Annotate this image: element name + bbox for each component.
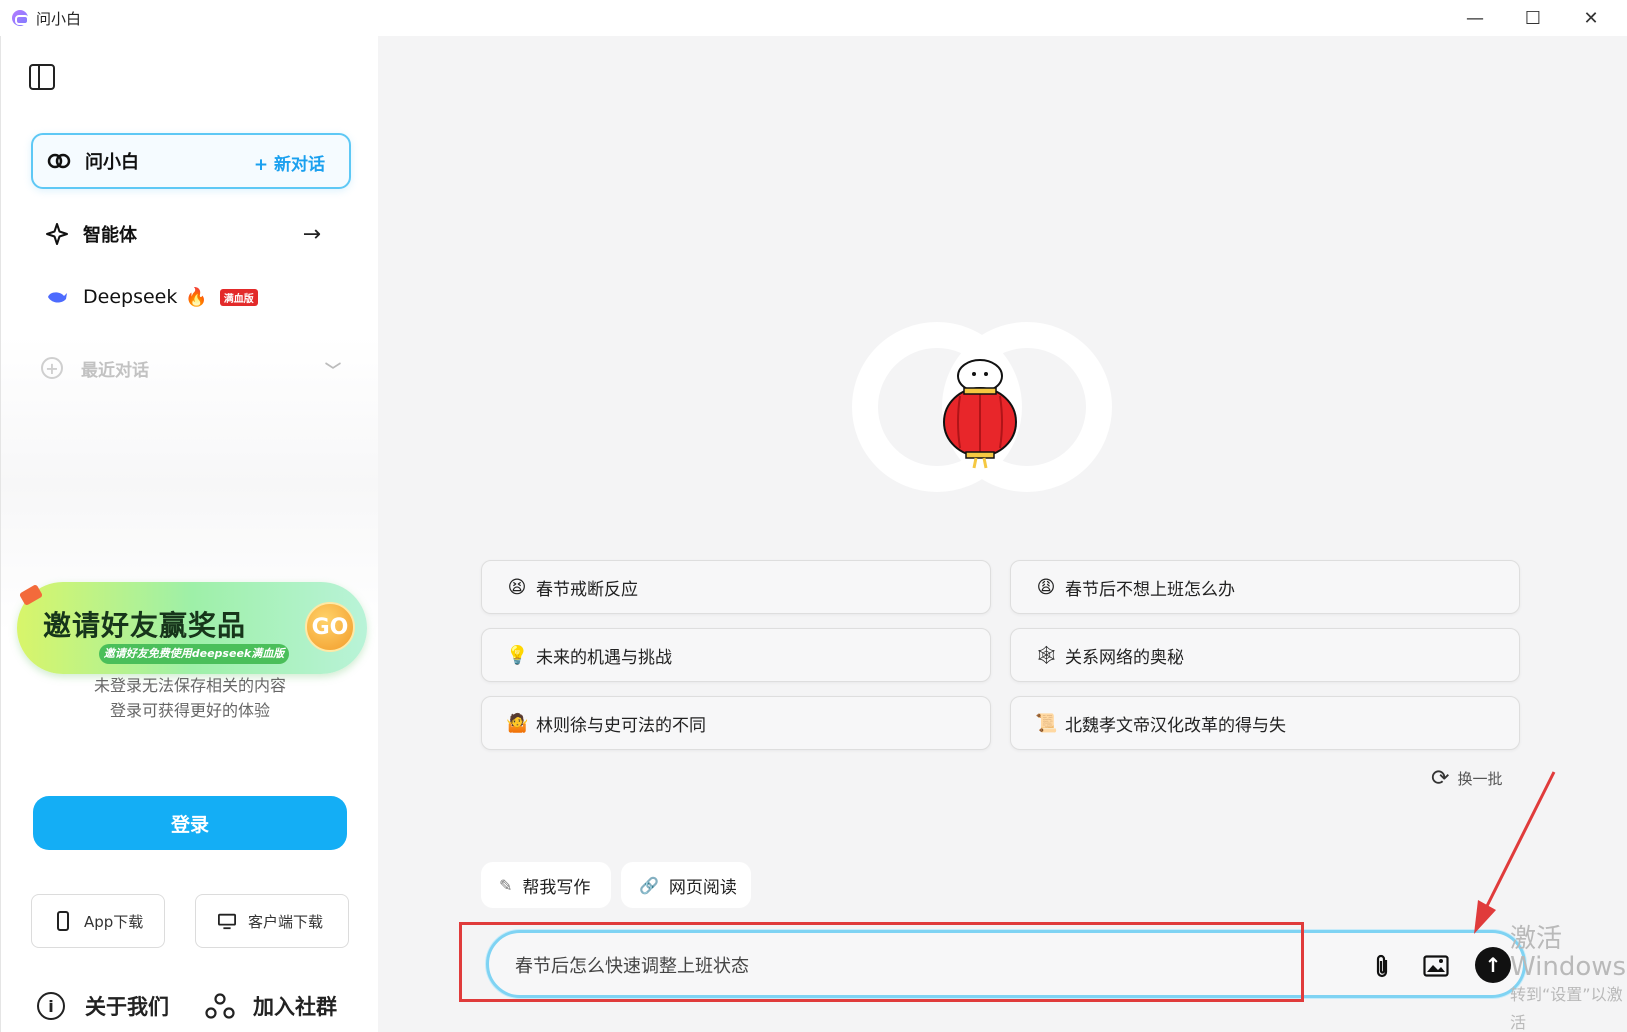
- suggestion-label: 未来的机遇与挑战: [536, 647, 672, 668]
- suggestion-label: 林则徐与史可法的不同: [536, 715, 706, 736]
- plus-circle-icon: +: [41, 357, 63, 379]
- suggestion-card[interactable]: 💡 未来的机遇与挑战: [481, 628, 991, 682]
- invite-banner[interactable]: 邀请好友赢奖品 邀请好友免费使用deepseek满血版 GO: [17, 582, 367, 674]
- client-download-label: 客户端下载: [248, 912, 324, 931]
- hero-logo: [852, 322, 1112, 492]
- nav-label: 智能体: [83, 225, 137, 246]
- login-hint-line-1: 未登录无法保存相关的内容: [93, 676, 286, 695]
- client-download-button[interactable]: 客户端下载: [195, 894, 349, 948]
- bottom-links: i 关于我们 加入社群: [37, 991, 337, 1021]
- suggestion-card[interactable]: 😩 春节后不想上班怎么办: [1010, 560, 1520, 614]
- suggestion-card[interactable]: 🤷 林则徐与史可法的不同: [481, 696, 991, 750]
- emoji-icon: 🕸: [1035, 644, 1058, 666]
- phone-icon: [57, 911, 69, 931]
- new-chat-button[interactable]: + 新对话: [254, 150, 325, 175]
- login-button[interactable]: 登录: [33, 796, 347, 850]
- lantern-mascot-icon: [943, 359, 1017, 469]
- main-panel: 😫 春节戒断反应 😩 春节后不想上班怎么办 💡 未来的机遇与挑战 🕸 关系网络的…: [378, 36, 1627, 1032]
- chat-input[interactable]: [515, 951, 1275, 979]
- nav-item-agents[interactable]: 智能体 →: [31, 206, 351, 262]
- emoji-icon: 💡: [506, 644, 529, 666]
- maximize-button[interactable]: ☐: [1505, 0, 1561, 36]
- image-upload-icon[interactable]: [1421, 951, 1451, 981]
- suggestion-label: 关系网络的奥秘: [1065, 647, 1184, 668]
- send-button[interactable]: ↑: [1475, 947, 1511, 983]
- minimize-button[interactable]: —: [1447, 0, 1503, 36]
- chevron-down-icon: ﹀: [324, 361, 341, 380]
- window-title: 问小白: [36, 9, 82, 28]
- chat-input-bar: ↑: [486, 930, 1526, 998]
- web-reading-chip[interactable]: 🔗 网页阅读: [621, 862, 751, 908]
- suggestion-card[interactable]: 📜 北魏孝文帝汉化改革的得与失: [1010, 696, 1520, 750]
- sidebar-toggle-icon[interactable]: [29, 64, 55, 90]
- info-icon: i: [37, 992, 65, 1020]
- writing-assist-chip[interactable]: ✎ 帮我写作: [481, 862, 611, 908]
- chip-label: 帮我写作: [522, 877, 591, 898]
- sparkle-icon: [45, 222, 69, 246]
- invite-title: 邀请好友赢奖品: [43, 609, 247, 642]
- emoji-icon: 🤷: [506, 712, 529, 734]
- join-community-link[interactable]: 加入社群: [253, 991, 337, 1021]
- nav-item-deepseek[interactable]: Deepseek 🔥 满血版: [31, 269, 351, 325]
- attachment-icon[interactable]: [1367, 951, 1397, 981]
- suggestion-label: 春节后不想上班怎么办: [1065, 579, 1235, 600]
- watermark-line-1: 激活 Windows: [1510, 924, 1627, 982]
- nav-item-wenxiaobai[interactable]: 问小白 + 新对话: [31, 133, 351, 189]
- refresh-icon: ⟳: [1431, 766, 1450, 791]
- sidebar: 问小白 + 新对话 智能体 → Deepseek 🔥 满血版 + 最近对话 ﹀ …: [0, 36, 378, 1032]
- edit-icon: ✎: [499, 875, 513, 895]
- title-bar: 问小白 — ☐ ✕: [0, 0, 1627, 36]
- close-button[interactable]: ✕: [1563, 0, 1619, 36]
- recent-chats-toggle[interactable]: + 最近对话 ﹀: [41, 353, 341, 383]
- login-hint-line-2: 登录可获得更好的体验: [109, 701, 270, 720]
- emoji-icon: 📜: [1035, 712, 1058, 734]
- link-rings-icon: [47, 149, 71, 173]
- emoji-icon: 😩: [1036, 576, 1056, 598]
- suggestion-label: 春节戒断反应: [536, 579, 638, 600]
- recent-chats-label: 最近对话: [81, 360, 149, 381]
- nav-label: 问小白: [85, 152, 139, 173]
- go-badge: GO: [305, 602, 355, 652]
- app-download-label: App下载: [84, 912, 144, 931]
- windows-activation-watermark: 激活 Windows 转到“设置”以激活: [1510, 925, 1627, 1032]
- suggestion-card[interactable]: 😫 春节戒断反应: [481, 560, 991, 614]
- chip-label: 网页阅读: [668, 877, 737, 898]
- app-download-button[interactable]: App下载: [31, 894, 165, 948]
- about-us-link[interactable]: 关于我们: [85, 991, 169, 1021]
- monitor-icon: [218, 913, 236, 930]
- full-version-badge: 满血版: [219, 288, 258, 306]
- community-icon: [205, 993, 235, 1019]
- invite-subtitle: 邀请好友免费使用deepseek满血版: [99, 644, 289, 664]
- refresh-label: 换一批: [1457, 770, 1503, 788]
- tag-icon: [18, 583, 44, 607]
- nav-label: Deepseek: [83, 286, 178, 308]
- whale-icon: [45, 285, 69, 309]
- suggestion-card[interactable]: 🕸 关系网络的奥秘: [1010, 628, 1520, 682]
- fire-icon: 🔥: [185, 286, 208, 308]
- app-logo-icon: [12, 10, 29, 26]
- refresh-suggestions-button[interactable]: ⟳ 换一批: [1431, 766, 1502, 791]
- suggestion-label: 北魏孝文帝汉化改革的得与失: [1065, 715, 1286, 736]
- arrow-right-icon: →: [302, 222, 321, 247]
- link-icon: 🔗: [639, 875, 659, 895]
- emoji-icon: 😫: [507, 576, 527, 598]
- watermark-line-2: 转到“设置”以激活: [1510, 985, 1623, 1032]
